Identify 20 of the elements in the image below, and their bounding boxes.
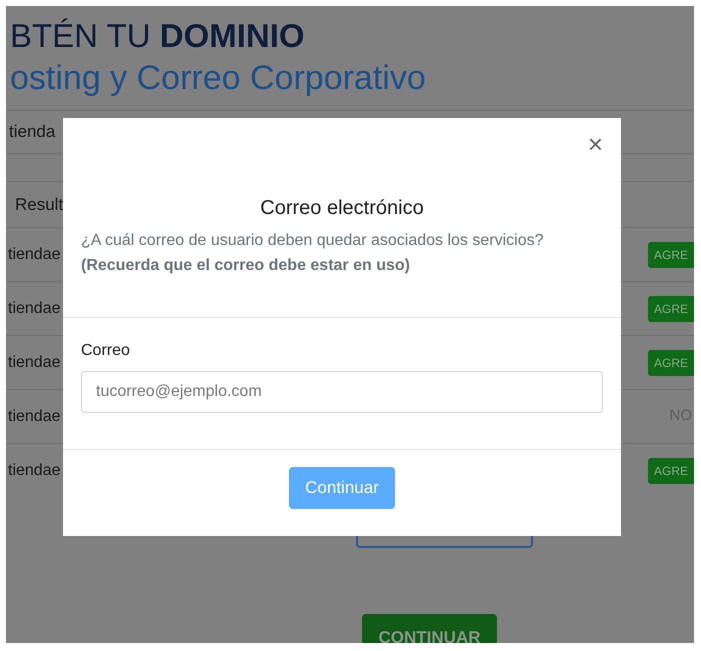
search-field[interactable]: tienda <box>6 119 56 145</box>
field-label: Correo <box>81 341 131 361</box>
results-heading: Result <box>14 194 64 216</box>
add-badge[interactable]: AGRE <box>648 296 694 322</box>
domain-cell-text: tiendae <box>7 298 60 318</box>
domain-cell-text: tiendae <box>7 406 60 426</box>
page-title: BTÉN TU DOMINIO <box>9 16 306 56</box>
add-badge[interactable]: AGRE <box>648 242 694 268</box>
close-button[interactable]: × <box>588 130 603 158</box>
email-field[interactable]: tucorreo@ejemplo.com <box>81 371 603 413</box>
modal-title: Correo electrónico <box>259 196 425 221</box>
modal-question: ¿A cuál correo de usuario deben quedar asociados los servicios? <box>81 231 544 251</box>
domain-cell-text: tiendae <box>7 460 60 480</box>
add-badge[interactable]: AGRE <box>648 350 694 376</box>
page-subtitle: osting y Correo Corporativo <box>9 58 427 99</box>
continue-button[interactable]: Continuar <box>289 467 395 509</box>
modal-note: (Recuerda que el correo debe estar en uso) <box>81 256 411 276</box>
domain-cell-text: tiendae <box>7 244 60 264</box>
add-badge[interactable]: AGRE <box>648 458 694 484</box>
domain-cell-text: tiendae <box>7 352 60 372</box>
